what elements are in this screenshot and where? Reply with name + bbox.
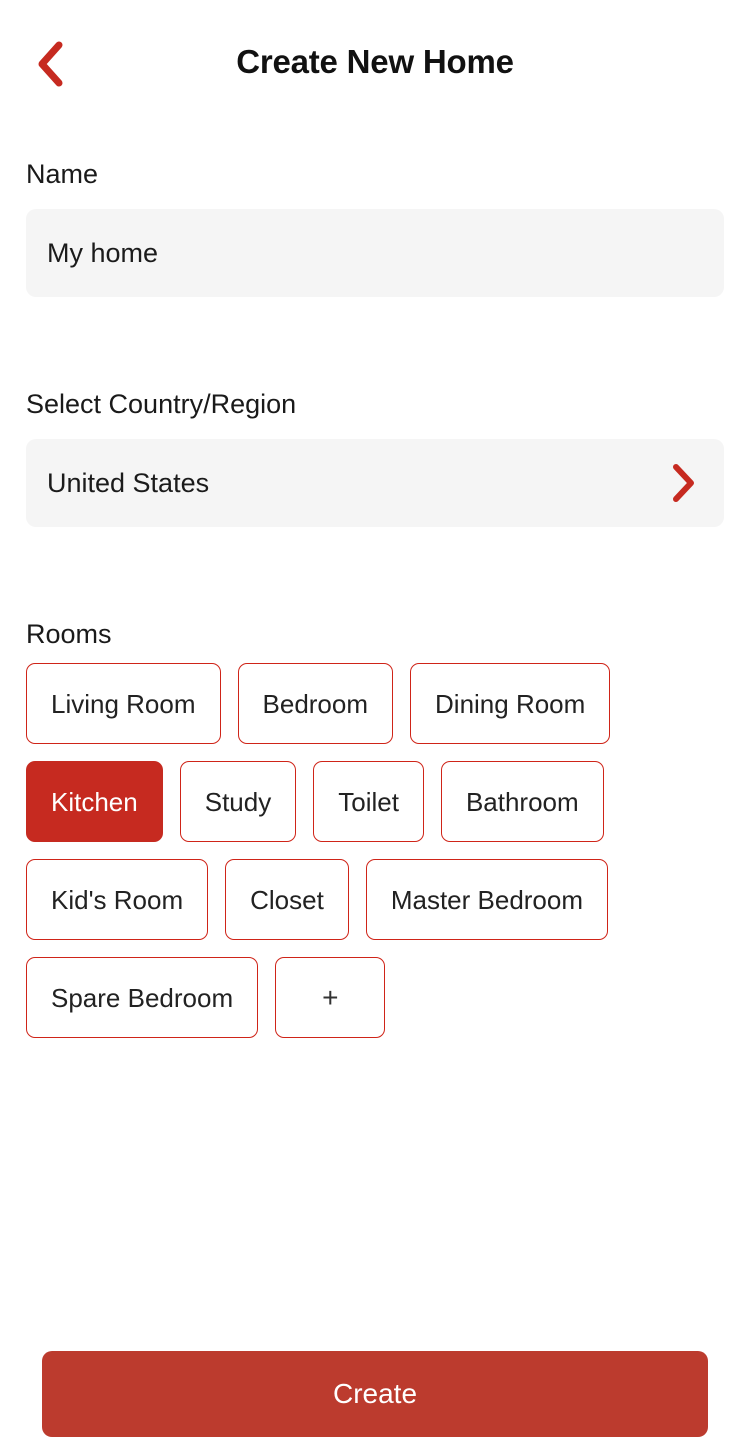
- room-chip[interactable]: Closet: [225, 859, 349, 940]
- add-room-chip[interactable]: +: [275, 957, 386, 1038]
- country-region-value: United States: [47, 468, 210, 498]
- room-chip[interactable]: Bedroom: [237, 663, 394, 744]
- room-chip[interactable]: Study: [179, 761, 297, 842]
- room-chip[interactable]: Kitchen: [26, 761, 163, 842]
- room-chip[interactable]: Dining Room: [410, 663, 611, 744]
- country-region-selector[interactable]: United States: [26, 439, 724, 527]
- country-region-label: Select Country/Region: [26, 389, 297, 419]
- app-header: Create New Home: [0, 0, 750, 124]
- room-chip[interactable]: Living Room: [26, 663, 221, 744]
- page-title: Create New Home: [236, 43, 514, 80]
- home-name-field[interactable]: My home: [26, 209, 724, 297]
- create-button[interactable]: Create: [42, 1351, 708, 1437]
- room-chip[interactable]: Toilet: [313, 761, 424, 842]
- room-chip[interactable]: Kid's Room: [26, 859, 209, 940]
- home-name-value[interactable]: My home: [26, 237, 724, 269]
- rooms-label: Rooms: [26, 619, 112, 649]
- chevron-right-icon[interactable]: [656, 455, 712, 511]
- create-new-home-screen: Create New Home Name My home Select Coun…: [0, 0, 750, 1438]
- name-label: Name: [26, 159, 99, 189]
- room-chip[interactable]: Bathroom: [440, 761, 604, 842]
- room-chip[interactable]: Master Bedroom: [365, 859, 609, 940]
- room-chip[interactable]: Spare Bedroom: [26, 957, 259, 1038]
- rooms-chip-group: Living Room Bedroom Dining Room Kitchen Stud…: [26, 663, 726, 1038]
